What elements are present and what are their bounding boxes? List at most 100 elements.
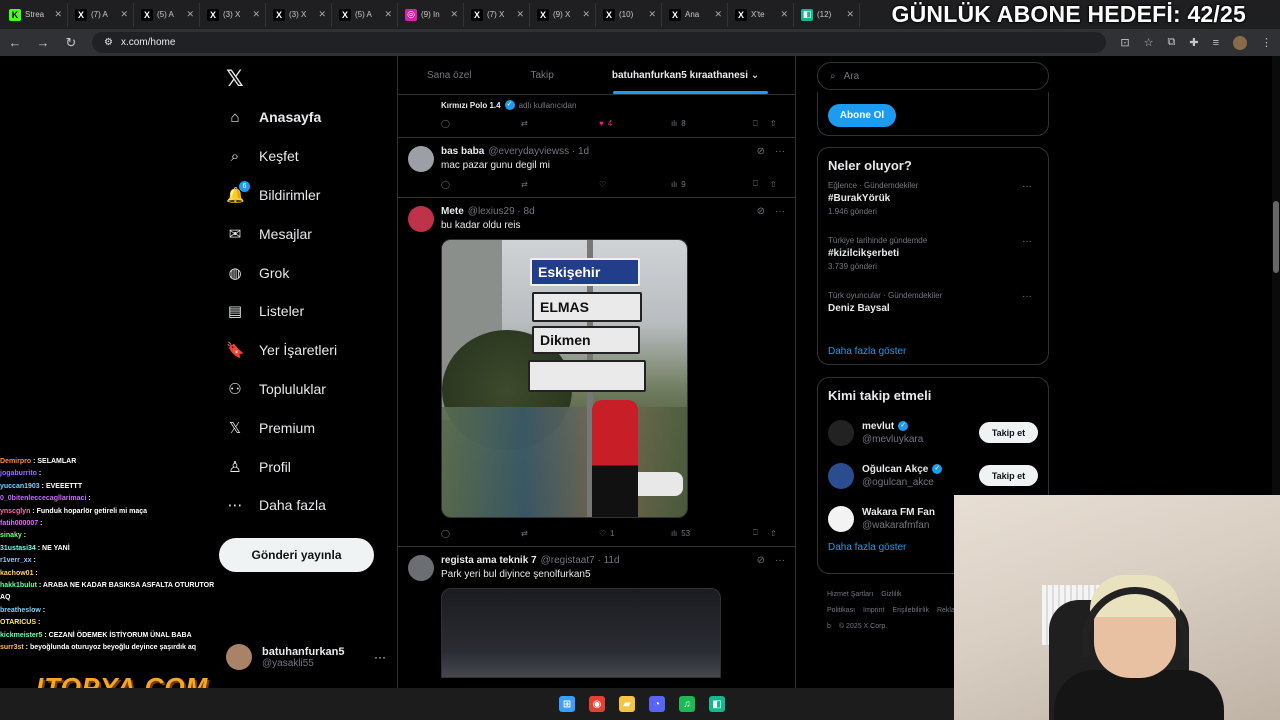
- browser-tab[interactable]: X (5) A ✕: [334, 2, 398, 27]
- suggestion-name[interactable]: mevlut: [862, 421, 894, 432]
- browser-tab[interactable]: K Strea ✕: [4, 2, 68, 27]
- tweet-author[interactable]: regista ama teknik 7: [441, 555, 537, 566]
- follow-button[interactable]: Takip et: [979, 422, 1038, 443]
- browser-tab[interactable]: X (7) X ✕: [466, 2, 530, 27]
- tweet-author[interactable]: bas baba: [441, 146, 484, 157]
- tweet[interactable]: Mete @lexius29 · 8d ⊘ ··· bu kadar oldu r…: [398, 198, 795, 547]
- back-icon[interactable]: ←: [8, 35, 22, 50]
- taskbar-app-icon[interactable]: ◧: [709, 696, 725, 712]
- profile-avatar[interactable]: [1233, 35, 1247, 50]
- bookmark-icon[interactable]: ⎕: [753, 179, 758, 189]
- follow-suggestion[interactable]: Oğulcan Akçe ✓ @ogulcan_akce Takip et: [828, 454, 1038, 497]
- views-button[interactable]: ılı 53: [671, 529, 753, 538]
- bookmark-icon[interactable]: ⎕: [753, 119, 758, 129]
- account-menu-icon[interactable]: ···: [374, 650, 386, 664]
- footer-link[interactable]: Hizmet Şartları: [827, 591, 873, 598]
- tab-close-icon[interactable]: ✕: [318, 9, 326, 20]
- avatar[interactable]: [408, 555, 434, 581]
- nav-item-communities[interactable]: ⚇ Topluluklar: [226, 370, 406, 409]
- tab-close-icon[interactable]: ✕: [516, 9, 524, 20]
- suggestion-name[interactable]: Wakara FM Fan: [862, 507, 935, 518]
- taskbar-files-icon[interactable]: ▰: [619, 696, 635, 712]
- tab-close-icon[interactable]: ✕: [450, 9, 458, 20]
- browser-tab[interactable]: X (5) A ✕: [136, 2, 200, 27]
- install-icon[interactable]: ⊡: [1120, 36, 1129, 49]
- browser-tab[interactable]: X (3) X ✕: [268, 2, 332, 27]
- browser-tab[interactable]: X Ana ✕: [664, 2, 728, 27]
- tab-close-icon[interactable]: ✕: [54, 9, 62, 20]
- puzzle-icon[interactable]: ✚: [1189, 36, 1198, 49]
- like-button[interactable]: ♡ 1: [599, 529, 671, 538]
- trends-show-more[interactable]: Daha fazla göster: [828, 346, 1038, 357]
- repost-icon[interactable]: ⇄: [521, 529, 599, 538]
- bookmark-icon[interactable]: ⎕: [753, 528, 758, 538]
- taskbar-spotify-icon[interactable]: ♫: [679, 696, 695, 712]
- tab-close-icon[interactable]: ✕: [384, 9, 392, 20]
- tweet-author[interactable]: Mete: [441, 206, 464, 217]
- browser-tab[interactable]: ◧ (12) ✕: [796, 2, 860, 27]
- tab-close-icon[interactable]: ✕: [252, 9, 260, 20]
- url-field[interactable]: ⚙ x.com/home: [92, 32, 1107, 53]
- share-icon[interactable]: ⇧: [770, 180, 777, 189]
- browser-tab[interactable]: X X'te ✕: [730, 2, 794, 27]
- follow-suggestion[interactable]: mevlut ✓ @mevluykara Takip et: [828, 411, 1038, 454]
- reply-icon[interactable]: ◯: [441, 529, 521, 538]
- kebab-menu-icon[interactable]: ⋮: [1261, 36, 1272, 49]
- avatar[interactable]: [828, 462, 854, 489]
- nav-item-profile[interactable]: ♙ Profil: [226, 447, 406, 486]
- share-icon[interactable]: ⇧: [770, 529, 777, 538]
- grok-icon[interactable]: ⊘: [757, 206, 765, 217]
- nav-item-premium[interactable]: 𝕏 Premium: [226, 408, 406, 447]
- nav-item-bookmarks[interactable]: 🔖 Yer İşaretleri: [226, 331, 406, 370]
- tab-close-icon[interactable]: ✕: [648, 9, 656, 20]
- suggestion-name[interactable]: Oğulcan Akçe: [862, 464, 928, 475]
- nav-item-home[interactable]: ⌂ Anasayfa: [226, 98, 406, 137]
- site-info-icon[interactable]: ⚙: [104, 37, 113, 48]
- trend-item[interactable]: Eğlence · Gündemdekiler #BurakYörük 1.946 …: [828, 181, 1038, 236]
- grok-icon[interactable]: ⊘: [757, 146, 765, 157]
- nav-item-explore[interactable]: ⌕ Keşfet: [226, 137, 406, 176]
- tweet[interactable]: bas baba @everydayviewss · 1d ⊘ ··· mac p…: [398, 138, 795, 198]
- browser-tab[interactable]: ◎ (9) In ✕: [400, 2, 464, 27]
- nav-item-messages[interactable]: ✉ Mesajlar: [226, 214, 406, 253]
- reload-icon[interactable]: ↻: [64, 35, 78, 51]
- follow-button[interactable]: Takip et: [979, 465, 1038, 486]
- trend-item[interactable]: Türk oyuncular · Gündemdekiler Deniz Bays…: [828, 291, 1038, 346]
- taskbar-discord-icon[interactable]: ◔: [649, 696, 665, 712]
- avatar[interactable]: [408, 146, 434, 172]
- more-icon[interactable]: ···: [775, 206, 785, 217]
- tweet-photo[interactable]: Eskişehir ELMAS Dikmen: [441, 239, 688, 518]
- x-logo-icon[interactable]: 𝕏: [226, 66, 244, 92]
- tweet[interactable]: regista ama teknik 7 @registaat7 · 11d ⊘…: [398, 547, 795, 678]
- nav-item-grok[interactable]: ◍ Grok: [226, 253, 406, 292]
- share-icon[interactable]: ⇧: [770, 119, 777, 128]
- avatar[interactable]: [828, 505, 854, 532]
- more-icon[interactable]: ···: [775, 555, 785, 566]
- browser-tab[interactable]: X (7) A ✕: [70, 2, 134, 27]
- browser-tab[interactable]: X (10) ✕: [598, 2, 662, 27]
- taskbar-start-icon[interactable]: ⊞: [559, 696, 575, 712]
- scrollbar-thumb[interactable]: [1273, 201, 1279, 273]
- reply-icon[interactable]: ◯: [441, 119, 521, 128]
- account-switcher[interactable]: batuhanfurkan5 @yasakli55 ···: [226, 644, 386, 670]
- reply-icon[interactable]: ◯: [441, 180, 521, 189]
- nav-item-notifications[interactable]: 🔔 6 Bildirimler: [226, 176, 406, 215]
- extension-icon[interactable]: ⧉: [1168, 36, 1176, 49]
- more-icon[interactable]: ···: [1022, 181, 1032, 192]
- search-input[interactable]: ⌕ Ara: [817, 62, 1049, 90]
- tab-for-you[interactable]: Sana özel: [398, 70, 471, 81]
- browser-tab[interactable]: X (3) X ✕: [202, 2, 266, 27]
- trend-item[interactable]: Türkiye tarihinde gündemde #kizilcikşerbe…: [828, 236, 1038, 291]
- media-icon[interactable]: ≡: [1213, 37, 1219, 49]
- avatar[interactable]: [828, 419, 854, 446]
- footer-link[interactable]: © 2025 X Corp.: [839, 623, 887, 630]
- nav-item-lists[interactable]: ▤ Listeler: [226, 292, 406, 331]
- more-icon[interactable]: ···: [1022, 236, 1032, 247]
- star-icon[interactable]: ☆: [1144, 36, 1154, 49]
- like-button[interactable]: ♥ 4: [599, 119, 671, 128]
- more-icon[interactable]: ···: [1022, 291, 1032, 302]
- tab-close-icon[interactable]: ✕: [714, 9, 722, 20]
- subscribe-button[interactable]: Abone Ol: [828, 104, 896, 127]
- tab-close-icon[interactable]: ✕: [120, 9, 128, 20]
- views-button[interactable]: ılı 8: [671, 119, 753, 128]
